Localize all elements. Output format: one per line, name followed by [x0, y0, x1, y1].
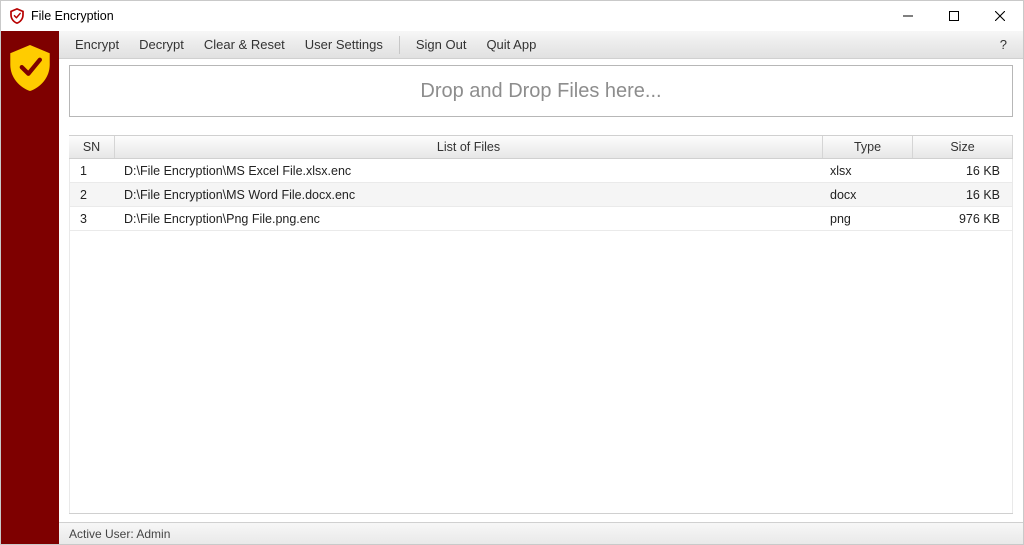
menu-clear-reset[interactable]: Clear & Reset — [194, 33, 295, 56]
cell-type: png — [822, 208, 912, 230]
cell-sn: 2 — [70, 184, 116, 206]
shield-icon — [9, 45, 51, 91]
window-title: File Encryption — [31, 9, 114, 23]
menu-quit-app[interactable]: Quit App — [476, 33, 546, 56]
sidebar — [1, 31, 59, 544]
menu-encrypt[interactable]: Encrypt — [65, 33, 129, 56]
statusbar: Active User: Admin — [59, 522, 1023, 544]
menu-sign-out[interactable]: Sign Out — [406, 33, 477, 56]
cell-size: 16 KB — [912, 184, 1012, 206]
cell-size: 976 KB — [912, 208, 1012, 230]
col-header-type[interactable]: Type — [823, 136, 913, 158]
table-row[interactable]: 2D:\File Encryption\MS Word File.docx.en… — [70, 183, 1012, 207]
cell-type: docx — [822, 184, 912, 206]
col-header-size[interactable]: Size — [913, 136, 1013, 158]
cell-file: D:\File Encryption\MS Excel File.xlsx.en… — [116, 160, 822, 182]
col-header-sn[interactable]: SN — [69, 136, 115, 158]
body: Encrypt Decrypt Clear & Reset User Setti… — [1, 31, 1023, 544]
status-text: Active User: Admin — [69, 527, 170, 541]
app-window: File Encryption — [0, 0, 1024, 545]
menu-user-settings[interactable]: User Settings — [295, 33, 393, 56]
table-row[interactable]: 1D:\File Encryption\MS Excel File.xlsx.e… — [70, 159, 1012, 183]
drop-zone-text: Drop and Drop Files here... — [420, 80, 661, 103]
cell-sn: 3 — [70, 208, 116, 230]
titlebar: File Encryption — [1, 1, 1023, 31]
col-header-file[interactable]: List of Files — [115, 136, 823, 158]
cell-type: xlsx — [822, 160, 912, 182]
maximize-button[interactable] — [931, 1, 977, 31]
content: Drop and Drop Files here... SN List of F… — [59, 59, 1023, 522]
cell-sn: 1 — [70, 160, 116, 182]
menu-decrypt[interactable]: Decrypt — [129, 33, 194, 56]
cell-file: D:\File Encryption\MS Word File.docx.enc — [116, 184, 822, 206]
main: Encrypt Decrypt Clear & Reset User Setti… — [59, 31, 1023, 544]
cell-size: 16 KB — [912, 160, 1012, 182]
table-body[interactable]: 1D:\File Encryption\MS Excel File.xlsx.e… — [69, 159, 1013, 513]
menu-help[interactable]: ? — [990, 33, 1017, 56]
minimize-button[interactable] — [885, 1, 931, 31]
menubar: Encrypt Decrypt Clear & Reset User Setti… — [59, 31, 1023, 59]
table-row[interactable]: 3D:\File Encryption\Png File.png.encpng9… — [70, 207, 1012, 231]
window-controls — [885, 1, 1023, 31]
drop-zone[interactable]: Drop and Drop Files here... — [69, 65, 1013, 117]
close-button[interactable] — [977, 1, 1023, 31]
app-shield-icon — [9, 8, 25, 24]
menu-separator — [399, 36, 400, 54]
cell-file: D:\File Encryption\Png File.png.enc — [116, 208, 822, 230]
file-table: SN List of Files Type Size 1D:\File Encr… — [69, 135, 1013, 514]
table-header: SN List of Files Type Size — [69, 135, 1013, 159]
